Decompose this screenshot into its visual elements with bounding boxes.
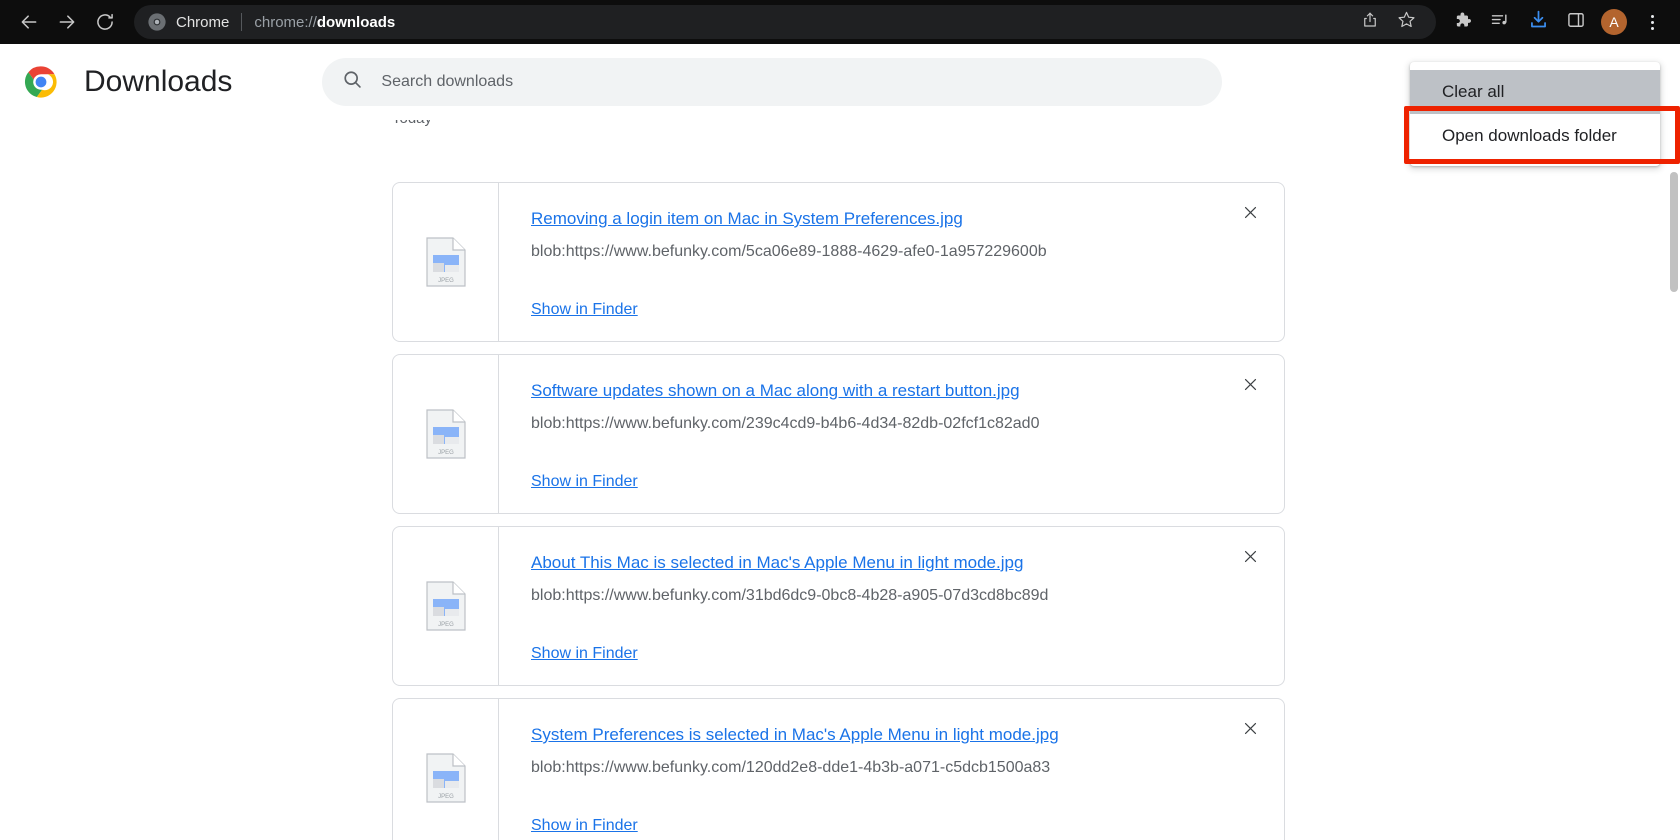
chrome-menu-button[interactable]: [1634, 4, 1670, 40]
section-label-today: Today: [392, 120, 432, 127]
menu-item-open-downloads-folder[interactable]: Open downloads folder: [1410, 114, 1660, 158]
side-panel-button[interactable]: [1558, 4, 1594, 40]
media-playlist-icon: [1490, 10, 1510, 35]
download-file-name-link[interactable]: Removing a login item on Mac in System P…: [531, 209, 963, 229]
svg-text:JPEG: JPEG: [438, 278, 454, 284]
file-thumbnail: JPEG: [393, 183, 499, 341]
bookmark-button[interactable]: [1390, 6, 1422, 38]
download-item-card[interactable]: JPEG Removing a login item on Mac in Sys…: [392, 182, 1285, 342]
avatar: A: [1601, 9, 1627, 35]
omnibox-url-path: downloads: [316, 13, 396, 31]
download-file-url: blob:https://www.befunky.com/239c4cd9-b4…: [531, 415, 1040, 432]
omnibox-separator: [241, 13, 243, 31]
download-item-body: Software updates shown on a Mac along wi…: [499, 355, 1284, 513]
download-file-url: blob:https://www.befunky.com/31bd6dc9-0b…: [531, 587, 1049, 604]
download-item-card[interactable]: JPEG System Preferences is selected in M…: [392, 698, 1285, 840]
remove-download-button[interactable]: [1234, 543, 1266, 575]
close-icon: [1242, 720, 1259, 742]
show-in-finder-link[interactable]: Show in Finder: [531, 301, 638, 319]
downloads-list: Today JPEG Removing a login item on Mac …: [0, 120, 1680, 840]
chrome-logo: [24, 65, 58, 99]
forward-button[interactable]: [48, 3, 86, 41]
jpeg-file-icon: JPEG: [425, 237, 466, 287]
extensions-puzzle-icon: [1452, 10, 1472, 35]
share-icon: [1361, 11, 1379, 34]
menu-item-clear-all[interactable]: Clear all: [1410, 70, 1660, 114]
jpeg-file-icon: JPEG: [425, 409, 466, 459]
file-thumbnail: JPEG: [393, 527, 499, 685]
download-item-card[interactable]: JPEG Software updates shown on a Mac alo…: [392, 354, 1285, 514]
downloads-button[interactable]: [1520, 4, 1556, 40]
remove-download-button[interactable]: [1234, 371, 1266, 403]
remove-download-button[interactable]: [1234, 715, 1266, 747]
omnibox[interactable]: Chrome chrome://downloads: [134, 5, 1436, 39]
close-icon: [1242, 548, 1259, 570]
omnibox-actions: [1354, 6, 1422, 38]
download-file-url: blob:https://www.befunky.com/5ca06e89-18…: [531, 243, 1047, 260]
back-button[interactable]: [10, 3, 48, 41]
media-control-button[interactable]: [1482, 4, 1518, 40]
reload-icon: [95, 12, 115, 32]
download-file-url: blob:https://www.befunky.com/120dd2e8-dd…: [531, 759, 1051, 776]
download-item-body: Removing a login item on Mac in System P…: [499, 183, 1284, 341]
reload-button[interactable]: [86, 3, 124, 41]
page-title: Downloads: [84, 65, 233, 98]
star-icon: [1397, 10, 1416, 34]
download-file-name-link[interactable]: About This Mac is selected in Mac's Appl…: [531, 553, 1023, 573]
search-icon: [342, 69, 363, 95]
downloads-page: Today JPEG Removing a login item on Mac …: [0, 44, 1680, 840]
browser-toolbar: Chrome chrome://downloads A: [0, 0, 1680, 44]
omnibox-url-scheme: chrome://: [254, 13, 317, 31]
jpeg-file-icon: JPEG: [425, 581, 466, 631]
search-input[interactable]: [381, 73, 1203, 91]
download-file-name-link[interactable]: Software updates shown on a Mac along wi…: [531, 381, 1020, 401]
download-item-card[interactable]: JPEG About This Mac is selected in Mac's…: [392, 526, 1285, 686]
toolbar-right-icons: A: [1444, 4, 1670, 40]
svg-text:JPEG: JPEG: [438, 622, 454, 628]
download-file-name-link[interactable]: System Preferences is selected in Mac's …: [531, 725, 1059, 745]
jpeg-file-icon: JPEG: [425, 753, 466, 803]
extensions-button[interactable]: [1444, 4, 1480, 40]
close-icon: [1242, 204, 1259, 226]
downloads-icon: [1528, 9, 1549, 35]
show-in-finder-link[interactable]: Show in Finder: [531, 817, 638, 835]
downloads-options-menu: Clear all Open downloads folder: [1410, 62, 1660, 166]
omnibox-url: chrome://downloads: [254, 14, 395, 31]
download-item-body: System Preferences is selected in Mac's …: [499, 699, 1284, 840]
chrome-logo-icon: [148, 13, 166, 31]
download-item-body: About This Mac is selected in Mac's Appl…: [499, 527, 1284, 685]
svg-text:JPEG: JPEG: [438, 794, 454, 800]
back-arrow-icon: [19, 12, 39, 32]
share-button[interactable]: [1354, 6, 1386, 38]
svg-text:JPEG: JPEG: [438, 450, 454, 456]
page-scrollbar-thumb[interactable]: [1670, 172, 1678, 292]
forward-arrow-icon: [57, 12, 77, 32]
close-icon: [1242, 376, 1259, 398]
file-thumbnail: JPEG: [393, 699, 499, 840]
profile-button[interactable]: A: [1596, 4, 1632, 40]
show-in-finder-link[interactable]: Show in Finder: [531, 473, 638, 491]
omnibox-app-name: Chrome: [176, 13, 230, 31]
file-thumbnail: JPEG: [393, 355, 499, 513]
search-downloads-box[interactable]: [322, 58, 1223, 106]
side-panel-icon: [1566, 10, 1586, 35]
show-in-finder-link[interactable]: Show in Finder: [531, 645, 638, 663]
three-dot-menu-icon: [1650, 14, 1654, 30]
remove-download-button[interactable]: [1234, 199, 1266, 231]
